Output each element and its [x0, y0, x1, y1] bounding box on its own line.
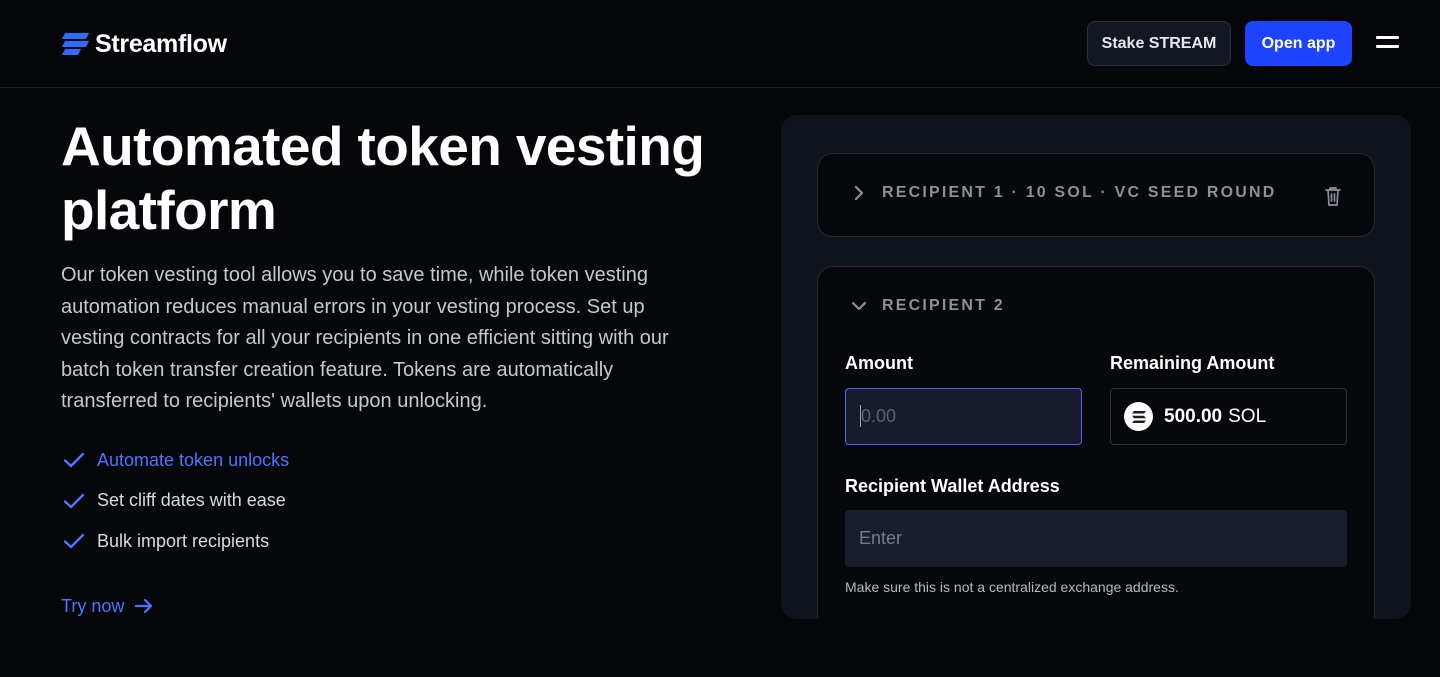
- wallet-address-input[interactable]: [845, 510, 1347, 567]
- remaining-amount-unit: SOL: [1228, 405, 1267, 427]
- recipient-card-1[interactable]: RECIPIENT 1 · 10 SOL · VC SEED ROUND: [817, 153, 1375, 237]
- stake-stream-button[interactable]: Stake STREAM: [1087, 21, 1231, 66]
- trash-icon[interactable]: [1323, 185, 1343, 207]
- feature-item-bulk-import[interactable]: Bulk import recipients: [63, 521, 289, 562]
- page-title: Automated token vesting platform: [61, 115, 705, 241]
- amount-input[interactable]: [845, 388, 1082, 445]
- arrow-right-icon: [135, 598, 153, 614]
- feature-label: Automate token unlocks: [97, 449, 290, 470]
- chevron-down-icon: [851, 301, 867, 311]
- recipient-2-title: RECIPIENT 2: [882, 297, 1005, 314]
- remaining-amount-value: 500.00: [1164, 405, 1223, 427]
- hero-description: Our token vesting tool allows you to sav…: [61, 264, 669, 412]
- recipient-card-2: RECIPIENT 2 Amount Remaining Amount 500.…: [817, 266, 1375, 619]
- wallet-address-hint: Make sure this is not a centralized exch…: [845, 579, 1179, 595]
- menu-bar-top: [1376, 36, 1399, 39]
- remaining-amount-label: Remaining Amount: [1110, 353, 1275, 373]
- feature-item-cliff-dates[interactable]: Set cliff dates with ease: [63, 481, 289, 522]
- checkmark-icon: [63, 453, 85, 468]
- recipient-1-header[interactable]: RECIPIENT 1 · 10 SOL · VC SEED ROUND: [850, 184, 1277, 202]
- chevron-right-icon: [854, 185, 864, 201]
- checkmark-icon: [63, 534, 85, 549]
- remaining-amount-display: 500.00 SOL: [1110, 388, 1347, 445]
- feature-item-automate-unlocks[interactable]: Automate token unlocks: [63, 440, 289, 481]
- streamflow-logo-icon: [62, 33, 89, 55]
- recipient-2-header[interactable]: RECIPIENT 2: [850, 297, 1005, 315]
- brand-name: Streamflow: [95, 29, 227, 58]
- try-now-label: Try now: [61, 595, 125, 616]
- feature-label: Set cliff dates with ease: [97, 490, 286, 511]
- streamflow-logo[interactable]: Streamflow: [61, 28, 227, 60]
- hamburger-icon[interactable]: [1376, 35, 1400, 51]
- menu-bar-bottom: [1376, 45, 1399, 48]
- try-now-link[interactable]: Try now: [61, 592, 154, 620]
- text-caret: [860, 405, 861, 427]
- checkmark-icon: [63, 493, 85, 508]
- recipient-1-title: RECIPIENT 1 · 10 SOL · VC SEED ROUND: [882, 184, 1277, 201]
- open-app-button[interactable]: Open app: [1245, 21, 1352, 66]
- feature-list: Automate token unlocks Set cliff dates w…: [63, 440, 289, 562]
- top-nav: Streamflow Stake STREAM Open app: [0, 0, 1440, 88]
- feature-label: Bulk import recipients: [97, 530, 270, 551]
- wallet-address-label: Recipient Wallet Address: [845, 476, 1060, 496]
- solana-icon: [1124, 402, 1153, 431]
- amount-label: Amount: [845, 353, 913, 373]
- vesting-form-panel: RECIPIENT 1 · 10 SOL · VC SEED ROUND REC…: [781, 115, 1411, 619]
